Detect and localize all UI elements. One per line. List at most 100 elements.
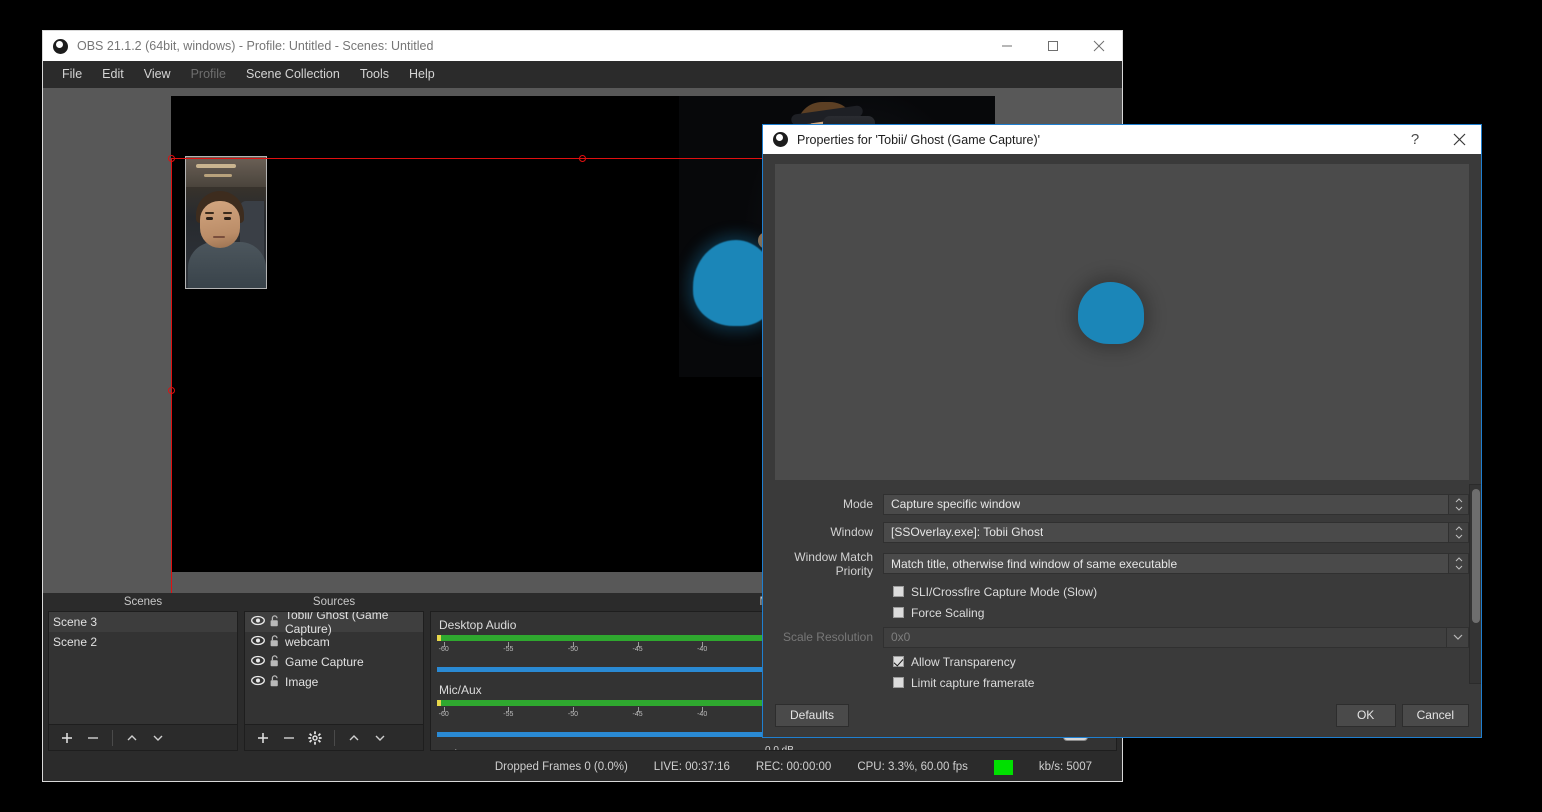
mode-label: Mode [842,497,873,512]
chevron-updown-icon[interactable] [1448,522,1468,542]
unlock-icon[interactable] [270,654,280,670]
allow-transparency-row[interactable]: Allow Transparency [763,655,1469,669]
unlock-icon[interactable] [270,634,280,650]
unlock-icon[interactable] [270,614,280,630]
webcam-lamp-secondary [204,174,232,177]
gear-icon[interactable] [303,727,327,749]
chevron-updown-icon[interactable] [1448,554,1468,574]
scale-resolution-combobox: 0x0 [883,626,1469,648]
statusbar: Dropped Frames 0 (0.0%) LIVE: 00:37:16 R… [43,753,1122,781]
mixer-db-value: 0.0 dB [765,745,794,751]
sources-toolbar [244,725,424,751]
force-scaling-checkbox[interactable] [893,607,904,619]
webcam-source-preview [185,156,267,289]
cpu-status: CPU: 3.3%, 60.00 fps [857,761,968,773]
menu-profile: Profile [190,67,227,81]
gaze-blob-preview [1078,282,1144,344]
scale-resolution-label: Scale Resolution [782,630,873,645]
dropped-frames-status: Dropped Frames 0 (0.0%) [494,761,628,773]
cancel-button[interactable]: Cancel [1401,703,1469,727]
close-icon[interactable] [1076,31,1122,61]
mode-combobox[interactable]: Capture specific window [883,493,1469,515]
window-value: [SSOverlay.exe]: Tobii Ghost [891,525,1044,540]
dialog-source-preview [775,164,1469,480]
minus-icon[interactable] [277,727,301,749]
limit-capture-framerate-label: Limit capture framerate [911,675,1035,690]
chevron-down-icon[interactable] [146,727,170,749]
dialog-scrollbar[interactable] [1469,483,1481,684]
webcam-person-shirt [188,242,266,288]
selection-handle-top-center[interactable] [579,155,586,162]
window-match-priority-label: Window Match Priority [794,549,873,578]
force-scaling-row[interactable]: Force Scaling [763,606,1469,620]
meter-tick-label: -50 [567,646,578,653]
source-list-item[interactable]: Tobii/ Ghost (Game Capture) [245,612,423,636]
plus-icon[interactable] [251,727,275,749]
menu-edit[interactable]: Edit [92,63,134,85]
plus-icon[interactable] [55,727,79,749]
chevron-up-icon[interactable] [120,727,144,749]
selection-handle-middle-left[interactable] [168,387,175,394]
menu-scene-collection[interactable]: Scene Collection [236,63,350,85]
sources-list[interactable]: Tobii/ Ghost (Game Capture) webcam Game … [244,611,424,725]
ok-button[interactable]: OK [1335,703,1396,727]
network-status-indicator [993,759,1013,775]
maximize-icon[interactable] [1030,31,1076,61]
chevron-up-icon[interactable] [342,727,366,749]
window-match-priority-row: Window Match Priority Match title, other… [763,550,1469,578]
dialog-title: Properties for 'Tobii/ Ghost (Game Captu… [797,132,1041,147]
webcam-lamp [196,164,236,168]
close-icon[interactable] [1437,125,1481,154]
obs-logo-icon [53,38,68,54]
eye-icon[interactable] [251,615,265,629]
window-match-priority-combobox[interactable]: Match title, otherwise find window of sa… [883,553,1469,575]
minimize-icon[interactable] [984,31,1030,61]
scrollbar-thumb[interactable] [1472,488,1480,623]
sources-dock-title: Sources [244,593,424,611]
source-list-item[interactable]: Game Capture [245,652,423,672]
defaults-button[interactable]: Defaults [775,703,850,727]
main-titlebar: OBS 21.1.2 (64bit, windows) - Profile: U… [43,31,1122,61]
menu-tools[interactable]: Tools [350,63,399,85]
selection-handle-top-left[interactable] [168,155,175,162]
webcam-person-brow-left [205,212,214,214]
menu-file[interactable]: File [52,63,92,85]
allow-transparency-checkbox[interactable] [893,656,904,668]
webcam-person-mouth [213,236,225,238]
source-list-item[interactable]: Image [245,672,423,692]
source-label: Image [285,675,319,689]
help-icon[interactable]: ? [1393,125,1437,154]
source-label: webcam [285,635,330,649]
window-row: Window [SSOverlay.exe]: Tobii Ghost [763,521,1469,543]
chevron-updown-icon[interactable] [1448,494,1468,514]
eye-icon[interactable] [251,675,265,689]
screen: OBS 21.1.2 (64bit, windows) - Profile: U… [0,0,1542,812]
scenes-list[interactable]: Scene 3 Scene 2 [48,611,238,725]
webcam-ceiling [186,157,266,187]
toolbar-divider [334,729,335,746]
webcam-person-brow-right [223,212,232,214]
scenes-toolbar [48,725,238,751]
window-combobox[interactable]: [SSOverlay.exe]: Tobii Ghost [883,521,1469,543]
eye-icon[interactable] [251,655,265,669]
menubar: File Edit View Profile Scene Collection … [43,61,1122,88]
menu-help[interactable]: Help [399,63,445,85]
scene-list-item[interactable]: Scene 3 [49,612,237,632]
dialog-window-controls: ? [1393,125,1481,154]
minus-icon[interactable] [81,727,105,749]
limit-capture-framerate-row[interactable]: Limit capture framerate [763,676,1469,690]
bitrate-status: kb/s: 5007 [1038,761,1092,773]
sli-crossfire-row[interactable]: SLI/Crossfire Capture Mode (Slow) [763,585,1469,599]
scenes-dock-title: Scenes [48,593,238,611]
dialog-confirm-buttons: OK Cancel [1335,703,1469,727]
eye-icon[interactable] [251,635,265,649]
dialog-titlebar: Properties for 'Tobii/ Ghost (Game Captu… [763,125,1481,154]
unlock-icon[interactable] [270,674,280,690]
sources-dock: Sources Tobii/ Ghost (Game Capture) webc… [244,593,424,751]
sli-crossfire-checkbox[interactable] [893,586,904,598]
menu-view[interactable]: View [134,63,181,85]
mode-value: Capture specific window [891,497,1021,512]
limit-capture-framerate-checkbox[interactable] [893,677,904,689]
scene-list-item[interactable]: Scene 2 [49,632,237,652]
chevron-down-icon[interactable] [368,727,392,749]
